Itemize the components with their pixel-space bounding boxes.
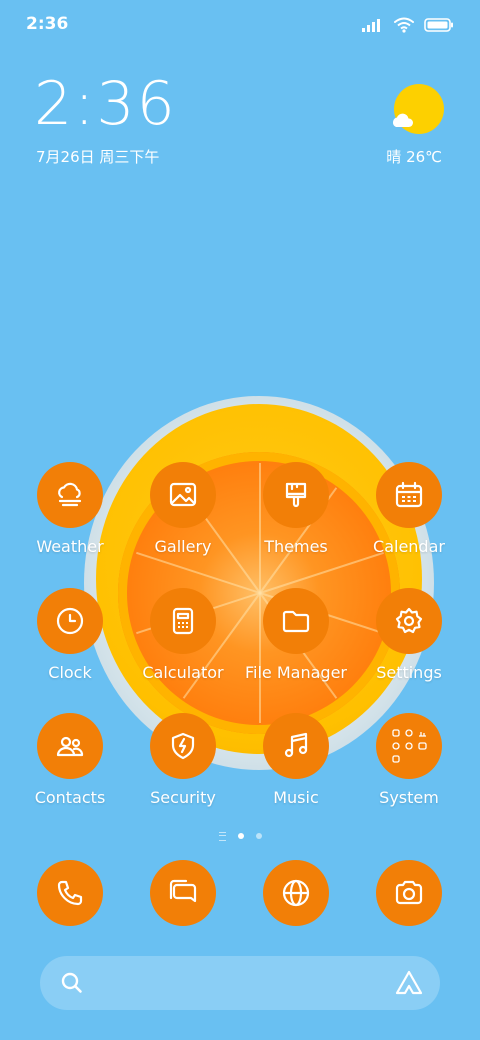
status-time: 2:36 — [26, 14, 69, 34]
search-bar[interactable] — [40, 956, 440, 1010]
app-label: Calculator — [142, 663, 224, 682]
page-dot[interactable] — [255, 833, 262, 839]
app-settings[interactable]: Settings — [354, 588, 464, 682]
app-label: File Manager — [245, 663, 347, 682]
app-calculator[interactable]: Calculator — [128, 588, 238, 682]
app-label: Settings — [376, 663, 442, 682]
clock-widget-date: 7月26日 周三下午 — [36, 148, 160, 166]
phone-icon — [57, 880, 83, 906]
app-contacts[interactable]: Contacts — [15, 713, 125, 807]
weather-widget-text[interactable]: 晴 26℃ — [386, 146, 442, 167]
page-indicator-list[interactable] — [218, 831, 226, 841]
app-music[interactable]: Music — [241, 713, 351, 807]
app-label: Music — [273, 788, 319, 807]
app-folder-system[interactable]: System — [354, 713, 464, 807]
contacts-icon[interactable] — [37, 713, 103, 779]
app-label: Contacts — [34, 788, 106, 807]
calculator-icon[interactable] — [150, 588, 216, 654]
app-label: Gallery — [154, 537, 212, 556]
themes-brush-icon[interactable] — [263, 462, 329, 528]
app-file-manager[interactable]: File Manager — [241, 588, 351, 682]
status-icons — [362, 14, 454, 36]
app-label: Weather — [36, 537, 104, 556]
battery-icon — [424, 18, 453, 32]
app-label: Clock — [48, 663, 92, 682]
app-security[interactable]: Security — [128, 713, 238, 807]
dock-phone[interactable] — [37, 860, 103, 926]
status-bar: 2:36 — [0, 0, 480, 50]
wifi-icon — [394, 17, 414, 33]
app-label: Security — [150, 788, 216, 807]
calendar-icon[interactable] — [376, 462, 442, 528]
assistant-icon[interactable] — [394, 969, 424, 997]
app-calendar[interactable]: Calendar — [354, 462, 464, 556]
weather-icon[interactable] — [37, 462, 103, 528]
music-note-icon[interactable] — [263, 713, 329, 779]
app-clock[interactable]: Clock — [15, 588, 125, 682]
search-icon[interactable] — [60, 971, 84, 995]
browser-globe-icon — [282, 879, 310, 907]
gallery-icon[interactable] — [150, 462, 216, 528]
app-weather[interactable]: Weather — [15, 462, 125, 556]
app-label: Calendar — [373, 537, 445, 556]
app-label: System — [379, 788, 439, 807]
page-dot-active[interactable] — [237, 833, 244, 839]
folder-icon[interactable] — [263, 588, 329, 654]
clock-icon[interactable] — [37, 588, 103, 654]
sun-cloud-icon[interactable] — [392, 84, 444, 134]
clock-widget-time[interactable]: 2:36 — [34, 74, 177, 134]
gear-icon[interactable] — [376, 588, 442, 654]
app-label: Themes — [264, 537, 328, 556]
signal-icon — [362, 19, 380, 32]
folder-grid-icon[interactable] — [376, 713, 442, 779]
dock-browser[interactable] — [263, 860, 329, 926]
app-themes[interactable]: Themes — [241, 462, 351, 556]
camera-icon — [395, 880, 423, 905]
dock-camera[interactable] — [376, 860, 442, 926]
dock-messages[interactable] — [150, 860, 216, 926]
shield-bolt-icon[interactable] — [150, 713, 216, 779]
app-gallery[interactable]: Gallery — [128, 462, 238, 556]
page-indicator[interactable] — [200, 830, 280, 842]
messages-icon — [169, 879, 197, 903]
